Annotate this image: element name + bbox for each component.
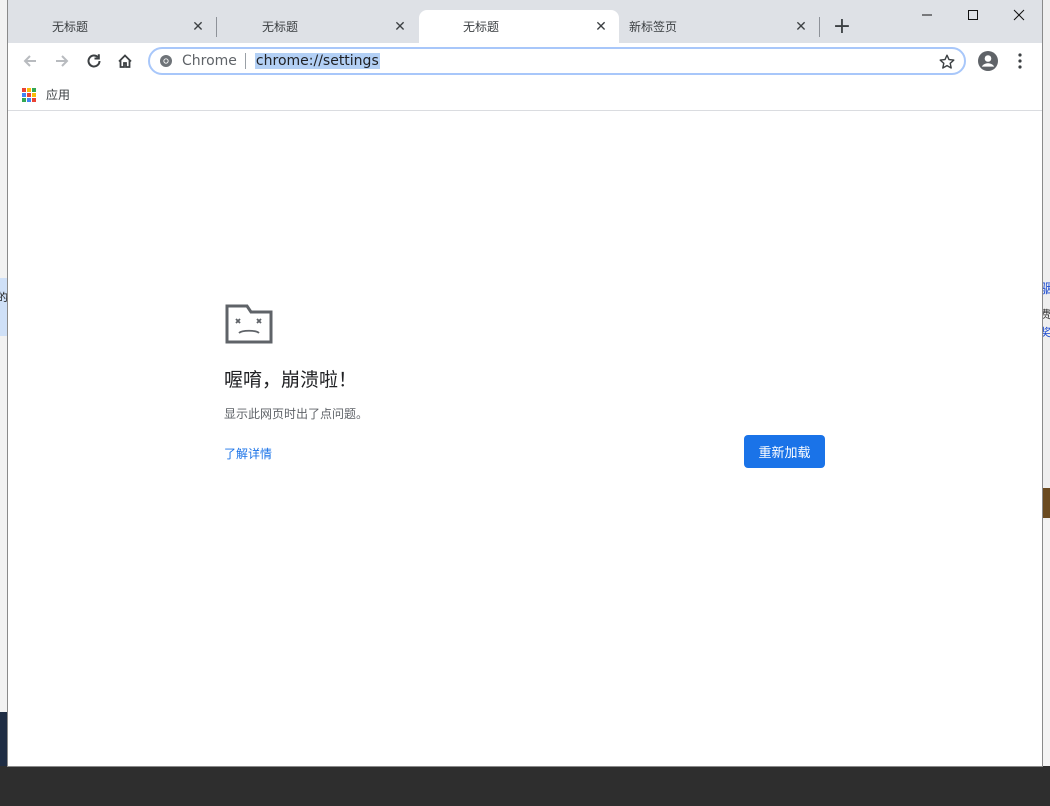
bookmark-star-icon[interactable] <box>938 53 956 71</box>
background-window-right-lower <box>1042 520 1050 766</box>
apps-grid-dot <box>22 92 26 97</box>
more-vertical-icon <box>1018 53 1022 69</box>
apps-grid-dot <box>22 97 26 102</box>
background-window-right-thumbnail <box>1042 488 1050 518</box>
tab-2-title: 无标题 <box>262 20 299 34</box>
reload-button[interactable]: 重新加载 <box>744 435 825 468</box>
sad-tab-icon <box>225 304 273 344</box>
apps-grid-dot <box>27 97 31 102</box>
bookmarks-bar: 应用 <box>8 79 1042 111</box>
back-button[interactable] <box>17 48 43 74</box>
tab-1-close-icon[interactable]: ✕ <box>190 19 206 35</box>
apps-grid-icon <box>22 87 36 102</box>
tab-separator <box>216 17 217 37</box>
page-content: 喔唷，崩溃啦！ 显示此网页时出了点问题。 了解详情 重新加载 <box>8 111 1042 766</box>
apps-grid-dot <box>32 97 36 102</box>
browser-window: 无标题 ✕ 无标题 ✕ 无标题 ✕ 新标签页 ✕ + Chrome chrome… <box>8 0 1042 766</box>
refresh-icon <box>87 54 101 68</box>
arrow-right-icon <box>56 55 69 67</box>
apps-label: 应用 <box>46 88 71 102</box>
reload-page-button[interactable] <box>81 48 107 74</box>
new-tab-button[interactable]: + <box>830 13 854 39</box>
tab-separator <box>819 17 820 37</box>
chrome-logo-icon <box>160 55 172 67</box>
arrow-left-icon <box>23 55 36 67</box>
background-window-left-footer <box>0 712 8 766</box>
apps-grid-dot <box>22 87 26 92</box>
maximize-icon <box>968 10 978 20</box>
maximize-button[interactable] <box>950 0 996 30</box>
tab-2-close-icon[interactable]: ✕ <box>392 19 408 35</box>
url-text-selected[interactable]: chrome://settings <box>254 53 380 69</box>
crash-title: 喔唷，崩溃啦！ <box>224 369 358 391</box>
background-window-left-selection <box>0 278 8 336</box>
close-icon <box>1013 9 1025 21</box>
apps-grid-dot <box>27 92 31 97</box>
scheme-chip: Chrome <box>182 53 237 69</box>
tab-3-close-icon[interactable]: ✕ <box>593 19 609 35</box>
tab-4[interactable]: 新标签页 ✕ <box>619 10 819 43</box>
tab-1-title: 无标题 <box>52 20 89 34</box>
crash-message: 显示此网页时出了点问题。 <box>224 407 369 421</box>
chrome-menu-button[interactable] <box>1008 49 1032 73</box>
apps-grid-dot <box>32 92 36 97</box>
home-icon <box>118 54 132 68</box>
apps-grid-dot <box>27 87 31 92</box>
apps-shortcut[interactable]: 应用 <box>22 86 70 103</box>
tab-strip: 无标题 ✕ 无标题 ✕ 无标题 ✕ 新标签页 ✕ + <box>8 0 1042 43</box>
address-divider <box>244 53 246 69</box>
minimize-button[interactable] <box>904 0 950 30</box>
taskbar <box>0 766 1050 806</box>
tab-4-close-icon[interactable]: ✕ <box>793 19 809 35</box>
tab-4-title: 新标签页 <box>629 20 678 34</box>
background-window-left <box>0 0 8 740</box>
forward-button[interactable] <box>49 48 75 74</box>
home-button[interactable] <box>112 48 138 74</box>
close-window-button[interactable] <box>996 0 1042 30</box>
tab-3-title: 无标题 <box>463 20 500 34</box>
apps-grid-dot <box>32 87 36 92</box>
tab-3-active[interactable]: 无标题 ✕ <box>419 10 619 43</box>
learn-more-link[interactable]: 了解详情 <box>224 445 272 462</box>
plus-icon: + <box>832 13 852 39</box>
address-bar[interactable]: Chrome chrome://settings <box>148 47 966 75</box>
minimize-icon <box>922 14 932 16</box>
profile-avatar-icon[interactable] <box>976 49 1000 73</box>
background-left-text: 的 <box>0 291 8 304</box>
tab-1[interactable]: 无标题 ✕ <box>8 10 216 43</box>
tab-2[interactable]: 无标题 ✕ <box>218 10 418 43</box>
toolbar: Chrome chrome://settings <box>8 43 1042 79</box>
